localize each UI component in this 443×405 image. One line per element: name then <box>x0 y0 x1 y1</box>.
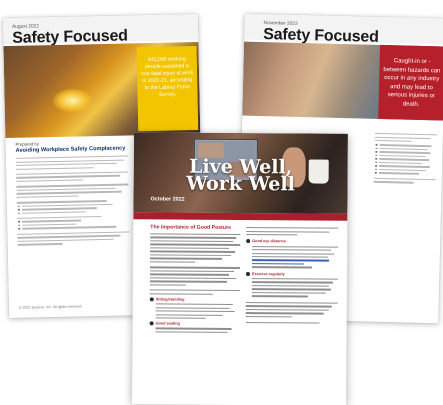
tip-item: Sitting/standing <box>149 297 240 320</box>
page-header: August 2022 Safety Focused <box>2 13 199 47</box>
document-collage: August 2022 Safety Focused 443,000 worki… <box>0 0 443 405</box>
tip-heading: Good seating <box>155 321 180 326</box>
tip-heading: Sitting/standing <box>155 297 185 302</box>
page-header: November 2022 Safety Focused <box>244 13 443 46</box>
article-column-left: The Importance of Good Posture Sitting/s… <box>149 224 241 335</box>
subheading-bar <box>133 212 348 221</box>
tip-heading: Exercise regularly <box>251 271 285 277</box>
section-title: The Importance of Good Posture <box>150 224 232 231</box>
prepared-by-label: Prepared by <box>15 141 39 147</box>
article-title: Avoiding Workplace Safety Complacency <box>15 145 126 154</box>
tip-item: Good seating <box>149 321 240 334</box>
article-column-right: Good eye distance Exercise regularly <box>245 225 339 326</box>
newsletter-page-october: Live Well, Work Well October 2022 The Im… <box>132 132 348 405</box>
title-line-2: Work Well <box>186 172 295 196</box>
hazard-callout: Caught-in or -between hazards can occur … <box>378 44 443 121</box>
article-body <box>15 153 130 247</box>
article-body <box>373 131 437 186</box>
newsletter-title: Live Well, Work Well <box>134 156 348 196</box>
copyright-notice: © 2022 Zywave, Inc. All rights reserved. <box>18 304 83 310</box>
tip-item: Exercise regularly <box>245 271 338 298</box>
tip-item: Good eye distance <box>246 239 339 269</box>
issue-date: October 2022 <box>150 196 185 203</box>
statistic-callout: 443,000 working people sustained a non-f… <box>136 46 199 132</box>
tip-heading: Good eye distance <box>252 239 286 244</box>
